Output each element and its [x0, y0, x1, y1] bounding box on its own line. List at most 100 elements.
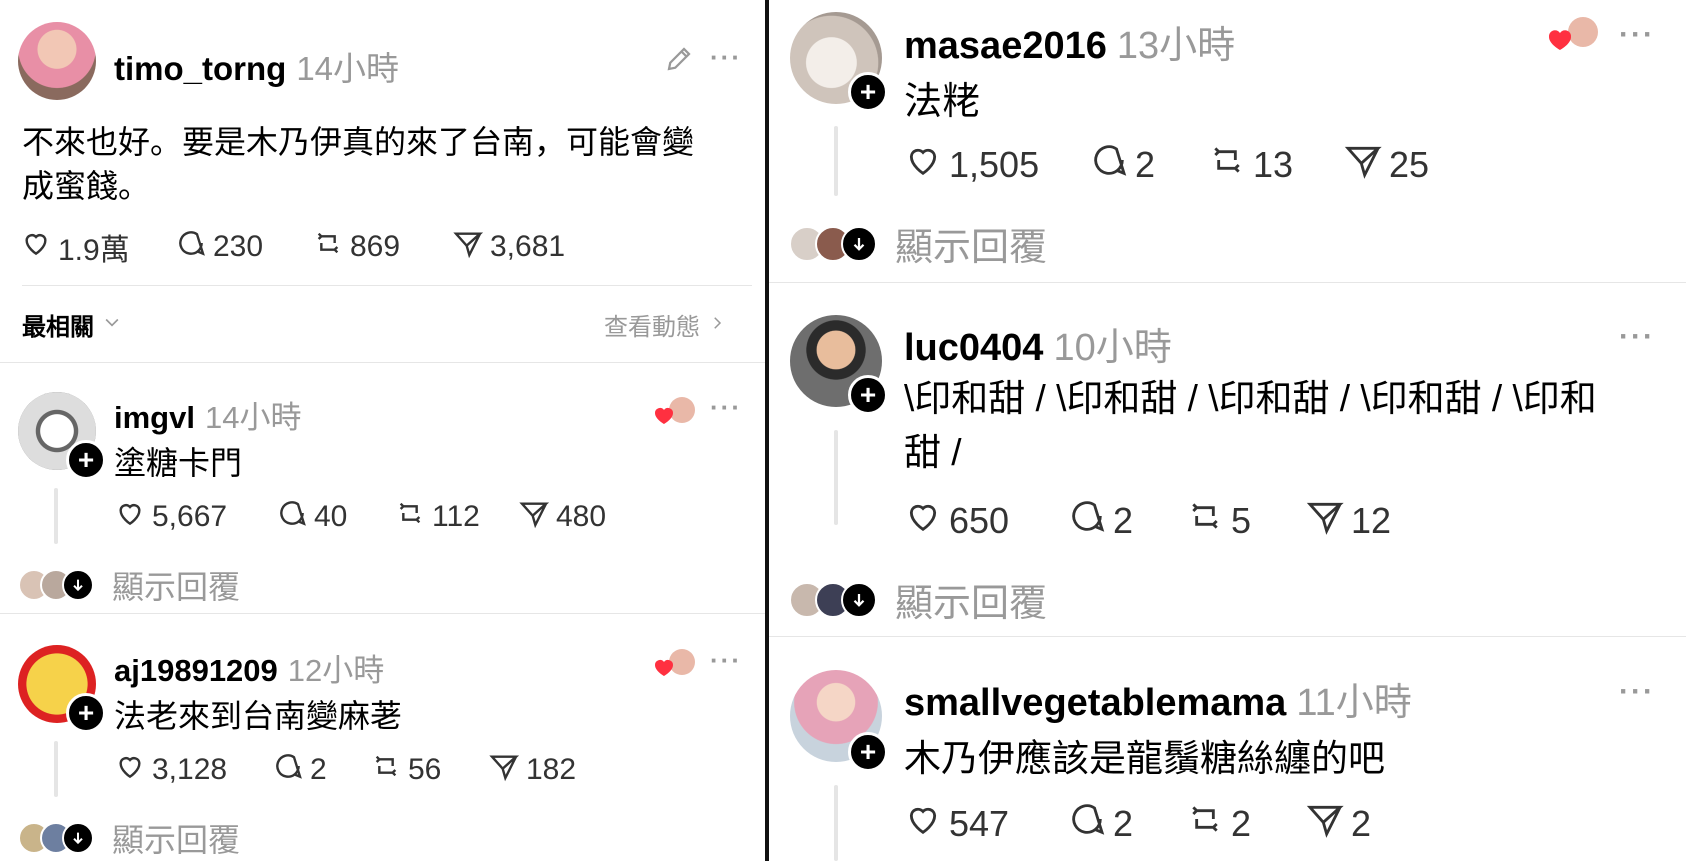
comment-button[interactable]: 2: [1089, 140, 1207, 189]
share-button[interactable]: 3,681: [452, 227, 565, 267]
reply-time: 12小時: [287, 653, 385, 688]
pencil-icon[interactable]: [664, 44, 694, 79]
send-icon: [488, 750, 526, 790]
share-button[interactable]: 25: [1343, 140, 1429, 189]
share-button[interactable]: 2: [1305, 799, 1371, 848]
username-text[interactable]: timo_torng: [114, 50, 286, 87]
repost-button[interactable]: 869: [312, 227, 452, 267]
follow-button[interactable]: +: [848, 72, 888, 112]
comment-count: 2: [1113, 499, 1134, 541]
comment-bubble-icon: [1067, 496, 1113, 545]
divider: [22, 285, 752, 286]
reply-more-button[interactable]: ···: [1619, 320, 1655, 354]
comment-button[interactable]: 230: [175, 227, 312, 267]
comment-button[interactable]: 2: [272, 750, 370, 790]
like-count: 547: [949, 802, 1010, 844]
reply-body: 法粩: [904, 81, 981, 123]
share-button[interactable]: 12: [1305, 496, 1391, 545]
view-activity-link[interactable]: 查看動態: [604, 307, 726, 342]
share-count: 12: [1351, 499, 1392, 541]
repost-count: 869: [350, 230, 401, 263]
show-replies-row[interactable]: 顯示回覆: [18, 815, 240, 861]
follow-button[interactable]: +: [66, 440, 106, 480]
send-icon: [452, 227, 490, 267]
repost-count: 112: [432, 500, 480, 533]
comment-bubble-icon: [1067, 799, 1113, 848]
reply-actions: 650 2 5 12: [903, 496, 1391, 545]
heart-icon: [114, 750, 152, 790]
reply-username[interactable]: masae2016 13小時: [904, 14, 1235, 69]
username-text[interactable]: smallvegetablemama: [904, 682, 1286, 724]
username-text[interactable]: masae2016: [904, 25, 1107, 67]
post-author-avatar[interactable]: [18, 22, 96, 100]
reply-username[interactable]: luc0404 10小時: [904, 316, 1172, 371]
reply-time: 10小時: [1053, 327, 1172, 369]
heart-icon: [903, 140, 949, 189]
reply-username[interactable]: aj19891209 12小時: [114, 645, 384, 690]
reply-username[interactable]: smallvegetablemama 11小時: [904, 671, 1412, 726]
repost-icon: [1207, 140, 1253, 189]
show-replies-row[interactable]: 顯示回覆: [789, 216, 1047, 271]
username-text[interactable]: luc0404: [904, 327, 1043, 369]
like-button[interactable]: 5,667: [114, 497, 276, 537]
reply-more-button[interactable]: ···: [710, 392, 742, 423]
reply-more-button[interactable]: ···: [710, 645, 742, 676]
divider: [769, 636, 1686, 637]
repost-button[interactable]: 56: [370, 750, 488, 790]
follow-button[interactable]: +: [848, 732, 888, 772]
reply-more-button[interactable]: ···: [1619, 18, 1655, 52]
comment-button[interactable]: 2: [1067, 799, 1185, 848]
repost-icon: [370, 750, 408, 790]
thread-line: [834, 430, 838, 525]
reply-username[interactable]: imgvl 14小時: [114, 392, 301, 437]
repost-count: 13: [1253, 143, 1294, 185]
repost-count: 5: [1231, 499, 1252, 541]
divider: [0, 362, 765, 363]
reply-more-button[interactable]: ···: [1619, 675, 1655, 709]
like-count: 1.9萬: [58, 234, 130, 267]
share-count: 480: [556, 500, 607, 533]
reply-body: 法老來到台南變麻荖: [114, 698, 403, 734]
creator-liked-heart-icon: [1547, 16, 1599, 57]
repost-icon: [1185, 496, 1231, 545]
post-time: 14小時: [296, 50, 400, 87]
like-button[interactable]: 547: [903, 799, 1067, 848]
reply-time: 13小時: [1116, 25, 1236, 67]
comment-count: 2: [1113, 802, 1134, 844]
show-replies-row[interactable]: 顯示回覆: [789, 572, 1047, 627]
post-body: 不來也好。要是木乃伊真的來了台南，可能會變 成蜜餞。: [22, 124, 695, 204]
share-button[interactable]: 182: [488, 750, 576, 790]
repost-count: 56: [408, 753, 442, 786]
like-button[interactable]: 650: [903, 496, 1067, 545]
thread-line: [834, 126, 838, 196]
post-author-username[interactable]: timo_torng 14小時: [114, 42, 399, 90]
chevron-down-icon: [102, 311, 122, 339]
reply-actions: 547 2 2 2: [903, 799, 1371, 848]
repost-button[interactable]: 5: [1185, 496, 1305, 545]
like-button[interactable]: 3,128: [114, 750, 272, 790]
repost-button[interactable]: 2: [1185, 799, 1305, 848]
comment-button[interactable]: 2: [1067, 496, 1185, 545]
repost-button[interactable]: 13: [1207, 140, 1343, 189]
share-button[interactable]: 480: [518, 497, 606, 537]
reply-time: 11小時: [1296, 682, 1412, 724]
like-button[interactable]: 1.9萬: [20, 225, 175, 269]
repost-button[interactable]: 112: [394, 497, 518, 537]
like-button[interactable]: 1,505: [903, 140, 1089, 189]
thread-line: [54, 488, 58, 544]
username-text[interactable]: aj19891209: [114, 653, 278, 688]
show-replies-label: 顯示回覆: [112, 822, 241, 858]
left-column: timo_torng 14小時 ··· 不來也好。要是木乃伊真的來了台南，可能會變…: [0, 0, 765, 861]
follow-button[interactable]: +: [848, 375, 888, 415]
post-more-button[interactable]: ···: [710, 42, 742, 73]
arrow-down-icon: [841, 581, 877, 618]
show-replies-label: 顯示回覆: [112, 569, 241, 605]
comment-button[interactable]: 40: [276, 497, 394, 537]
follow-button[interactable]: +: [66, 693, 106, 733]
show-replies-row[interactable]: 顯示回覆: [18, 562, 240, 608]
username-text[interactable]: imgvl: [114, 400, 195, 435]
reply-actions: 1,505 2 13 25: [903, 140, 1429, 189]
sort-dropdown[interactable]: 最相關: [22, 307, 122, 342]
like-count: 650: [949, 499, 1010, 541]
divider: [769, 282, 1686, 283]
